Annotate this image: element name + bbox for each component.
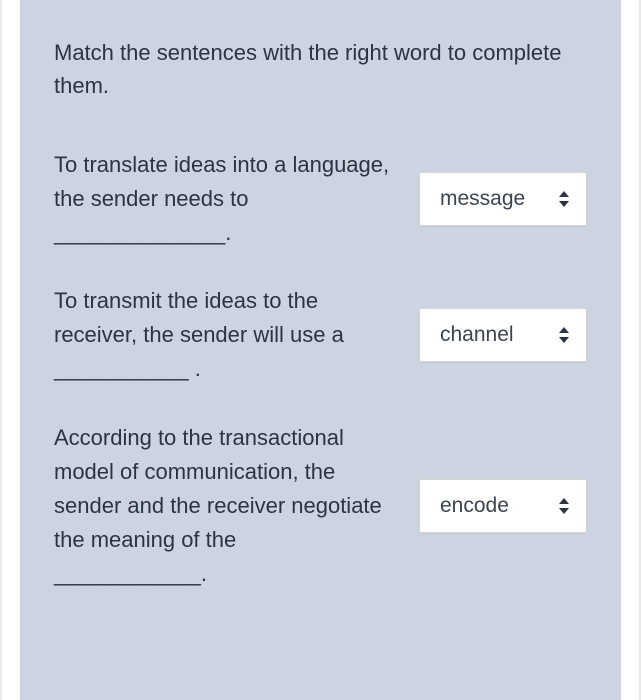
question-panel: Match the sentences with the right word …: [20, 0, 621, 700]
match-row: To translate ideas into a language, the …: [54, 148, 587, 250]
instructions-text: Match the sentences with the right word …: [54, 36, 587, 102]
match-row: According to the transactional model of …: [54, 421, 587, 591]
page-container: Match the sentences with the right word …: [0, 0, 641, 700]
sort-icon: [558, 498, 570, 514]
prompt-text: According to the transactional model of …: [54, 421, 391, 591]
sort-icon: [558, 327, 570, 343]
dropdown-selected-label: encode: [440, 494, 509, 518]
answer-dropdown[interactable]: message: [419, 172, 587, 226]
prompt-text: To transmit the ideas to the receiver, t…: [54, 284, 391, 386]
prompt-text: To translate ideas into a language, the …: [54, 148, 391, 250]
match-row: To transmit the ideas to the receiver, t…: [54, 284, 587, 386]
answer-dropdown[interactable]: encode: [419, 479, 587, 533]
dropdown-selected-label: channel: [440, 323, 514, 347]
dropdown-selected-label: message: [440, 187, 525, 211]
answer-dropdown[interactable]: channel: [419, 308, 587, 362]
sort-icon: [558, 191, 570, 207]
